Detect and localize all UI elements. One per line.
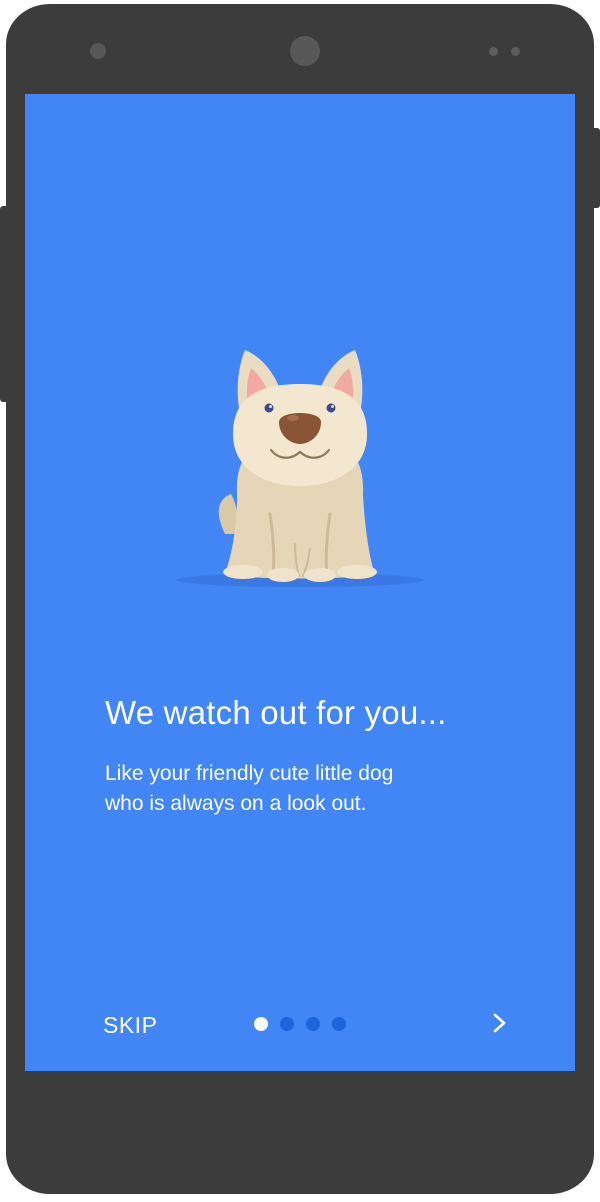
page-dot-1[interactable] <box>254 1017 268 1031</box>
onboarding-screen: We watch out for you... Like your friend… <box>25 94 575 1071</box>
page-indicator <box>254 1017 346 1031</box>
onboarding-title: We watch out for you... <box>105 694 447 731</box>
front-camera <box>290 36 320 66</box>
subtitle-line-2: who is always on a look out. <box>105 792 367 815</box>
light-sensor-2 <box>511 47 520 56</box>
page-dot-3[interactable] <box>306 1017 320 1031</box>
light-sensor <box>489 47 498 56</box>
next-button[interactable] <box>485 1008 515 1038</box>
dog-icon <box>176 350 424 587</box>
proximity-sensor <box>90 43 106 59</box>
onboarding-subtitle: Like your friendly cute little dog who i… <box>105 759 505 819</box>
chevron-right-icon <box>493 1013 506 1033</box>
page-dot-2[interactable] <box>280 1017 294 1031</box>
power-button <box>593 128 600 208</box>
subtitle-line-1: Like your friendly cute little dog <box>105 762 394 785</box>
skip-button[interactable]: SKIP <box>103 1012 157 1039</box>
dog-illustration <box>175 344 425 594</box>
page-dot-4[interactable] <box>332 1017 346 1031</box>
